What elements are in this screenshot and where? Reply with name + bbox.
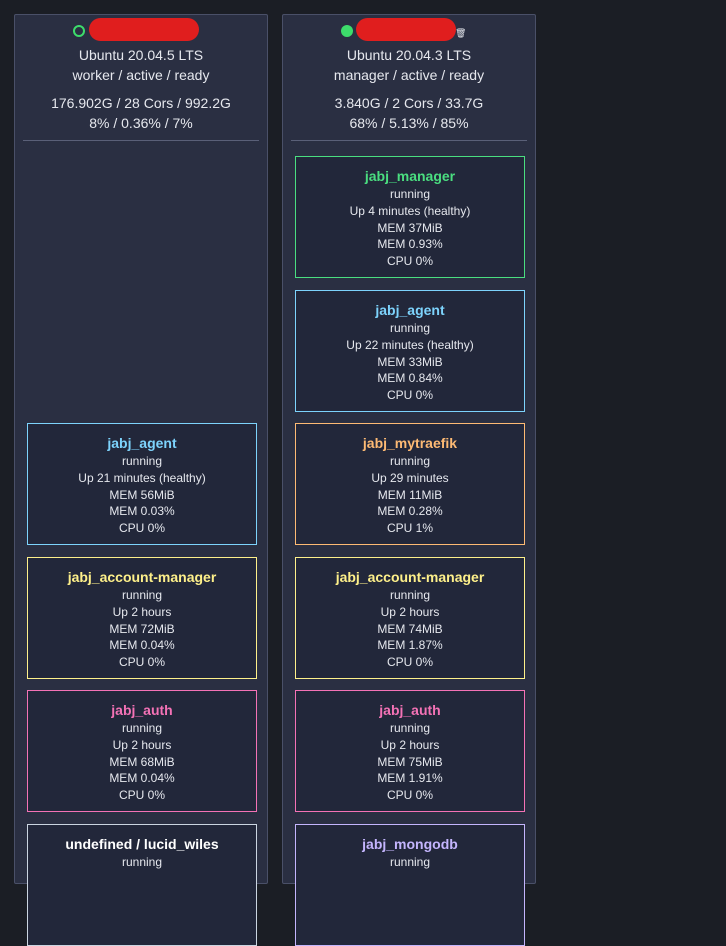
service-state: running <box>121 855 163 869</box>
service-mem-pct: MEM 0.04% <box>109 638 175 653</box>
service-cpu: CPU 0% <box>118 521 165 536</box>
service-name: jabj_auth <box>379 702 441 718</box>
node-os: Ubuntu 20.04.3 LTS <box>346 47 472 63</box>
service-uptime: Up 2 hours <box>112 737 172 752</box>
service-mem: MEM 72MiB <box>109 621 175 636</box>
node-header: 🗑 <box>283 15 535 45</box>
service-card[interactable]: jabj_auth running Up 2 hours MEM 68MiB M… <box>27 690 257 812</box>
service-name: jabj_account-manager <box>335 569 485 585</box>
service-mem-pct: MEM 0.93% <box>377 237 443 252</box>
service-cpu: CPU 0% <box>118 788 165 803</box>
service-card[interactable]: jabj_account-manager running Up 2 hours … <box>27 557 257 679</box>
node-role: manager / active / ready <box>333 67 485 83</box>
service-state: running <box>389 454 431 468</box>
service-mem: MEM 74MiB <box>377 621 443 636</box>
service-card[interactable]: jabj_agent running Up 21 minutes (health… <box>27 423 257 545</box>
node-resources: 176.902G / 28 Cors / 992.2G <box>51 95 231 111</box>
service-uptime: Up 2 hours <box>380 737 440 752</box>
service-uptime: Up 29 minutes <box>371 470 449 485</box>
service-mem-pct: MEM 1.91% <box>377 771 443 786</box>
service-name: jabj_auth <box>111 702 173 718</box>
service-mem-pct: MEM 0.84% <box>377 371 443 386</box>
redacted-hostname <box>356 18 456 41</box>
service-mem-pct: MEM 0.28% <box>377 504 443 519</box>
service-card[interactable]: jabj_account-manager running Up 2 hours … <box>295 557 525 679</box>
service-name: jabj_account-manager <box>67 569 217 585</box>
service-mem-pct: MEM 0.03% <box>109 504 175 519</box>
service-mem: MEM 56MiB <box>109 487 175 502</box>
status-indicator-icon <box>73 25 85 37</box>
service-state: running <box>389 721 431 735</box>
service-uptime: Up 2 hours <box>112 604 172 619</box>
service-mem: MEM 11MiB <box>377 487 443 502</box>
trash-icon[interactable]: 🗑 <box>455 28 466 38</box>
divider <box>291 140 527 141</box>
service-card[interactable]: jabj_mongodb running <box>295 824 525 946</box>
divider <box>23 140 259 141</box>
service-cpu: CPU 0% <box>386 388 433 403</box>
service-state: running <box>389 187 431 201</box>
node-info: Ubuntu 20.04.5 LTS worker / active / rea… <box>15 45 267 133</box>
service-cpu: CPU 0% <box>386 254 433 269</box>
service-state: running <box>389 855 431 869</box>
service-name: jabj_manager <box>364 168 456 184</box>
node-card-manager: 🗑 Ubuntu 20.04.3 LTS manager / active / … <box>282 14 536 946</box>
node-card-worker: Ubuntu 20.04.5 LTS worker / active / rea… <box>14 14 268 946</box>
service-state: running <box>121 454 163 468</box>
service-uptime: Up 22 minutes (healthy) <box>346 337 474 352</box>
service-mem: MEM 37MiB <box>377 220 443 235</box>
node-role: worker / active / ready <box>72 67 210 83</box>
service-card[interactable]: jabj_mytraefik running Up 29 minutes MEM… <box>295 423 525 545</box>
service-mem-pct: MEM 0.04% <box>109 771 175 786</box>
redacted-hostname <box>89 18 199 41</box>
service-card[interactable]: undefined / lucid_wiles running <box>27 824 257 946</box>
service-uptime: Up 4 minutes (healthy) <box>349 203 471 218</box>
service-mem-pct: MEM 1.87% <box>377 638 443 653</box>
service-cpu: CPU 0% <box>386 655 433 670</box>
service-name: jabj_agent <box>107 435 177 451</box>
status-indicator-icon <box>341 25 353 37</box>
service-state: running <box>389 321 431 335</box>
service-mem: MEM 75MiB <box>377 754 443 769</box>
service-cpu: CPU 0% <box>118 655 165 670</box>
node-usage: 68% / 5.13% / 85% <box>349 115 469 131</box>
service-state: running <box>121 721 163 735</box>
service-mem: MEM 68MiB <box>109 754 175 769</box>
service-card[interactable]: jabj_manager running Up 4 minutes (healt… <box>295 156 525 278</box>
service-name: jabj_mongodb <box>362 836 458 852</box>
service-mem: MEM 33MiB <box>377 354 443 369</box>
node-info: Ubuntu 20.04.3 LTS manager / active / re… <box>283 45 535 133</box>
service-cpu: CPU 0% <box>386 788 433 803</box>
service-card[interactable]: jabj_auth running Up 2 hours MEM 75MiB M… <box>295 690 525 812</box>
service-uptime: Up 21 minutes (healthy) <box>78 470 206 485</box>
service-state: running <box>121 588 163 602</box>
node-header <box>15 15 267 45</box>
service-name: undefined / lucid_wiles <box>65 836 219 852</box>
service-state: running <box>389 588 431 602</box>
node-usage: 8% / 0.36% / 7% <box>89 115 193 131</box>
service-uptime: Up 2 hours <box>380 604 440 619</box>
service-name: jabj_mytraefik <box>362 435 458 451</box>
service-name: jabj_agent <box>375 302 445 318</box>
service-cpu: CPU 1% <box>386 521 433 536</box>
service-card[interactable]: jabj_agent running Up 22 minutes (health… <box>295 290 525 412</box>
node-os: Ubuntu 20.04.5 LTS <box>78 47 204 63</box>
node-resources: 3.840G / 2 Cors / 33.7G <box>334 95 484 111</box>
